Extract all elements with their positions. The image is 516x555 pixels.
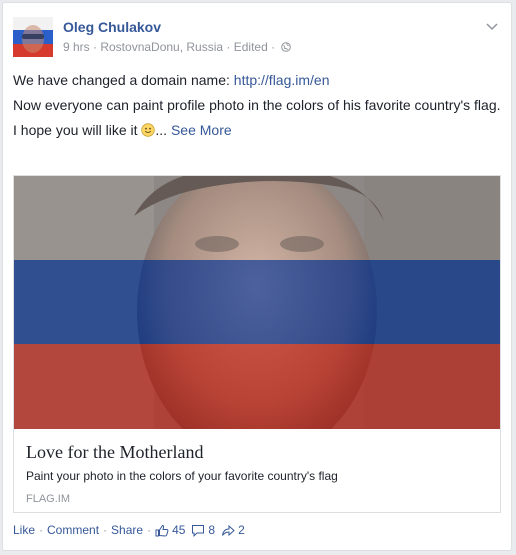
link-attachment[interactable]: Love for the Motherland Paint your photo… xyxy=(13,175,501,513)
thumbs-up-icon xyxy=(155,524,169,537)
see-more-link[interactable]: See More xyxy=(171,122,232,138)
like-button[interactable]: Like xyxy=(13,523,35,537)
post-text-line-1: We have changed a domain name: http://fl… xyxy=(13,72,330,88)
author-avatar[interactable] xyxy=(13,17,53,57)
post-text-line-3: I hope you will like it ... See More xyxy=(13,122,232,138)
post-text: We have changed a domain name: http://fl… xyxy=(13,71,501,146)
post-text-line-2: Now everyone can paint profile photo in … xyxy=(13,97,501,113)
smile-emoji-icon xyxy=(141,123,156,137)
attachment-title[interactable]: Love for the Motherland xyxy=(26,441,488,463)
likes-count[interactable]: 45 xyxy=(155,523,185,537)
attachment-description: Paint your photo in the colors of your f… xyxy=(26,469,338,483)
comments-count[interactable]: 8 xyxy=(191,523,215,537)
shares-count[interactable]: 2 xyxy=(221,523,245,537)
post-meta-text[interactable]: 9 hrs · RostovnaDonu, Russia · Edited · xyxy=(63,40,275,54)
comment-button[interactable]: Comment xyxy=(47,523,99,537)
globe-icon xyxy=(281,41,292,52)
author-name[interactable]: Oleg Chulakov xyxy=(63,19,161,35)
chevron-down-icon[interactable] xyxy=(485,19,499,31)
domain-link[interactable]: http://flag.im/en xyxy=(234,72,330,88)
comment-icon xyxy=(192,524,205,537)
attachment-photo[interactable] xyxy=(14,176,500,429)
attachment-domain: FLAG.IM xyxy=(26,493,71,505)
share-icon xyxy=(222,524,235,536)
attachment-caption[interactable]: Love for the Motherland Paint your photo… xyxy=(14,429,500,505)
post-actions: Like · Comment · Share · 45 8 2 xyxy=(13,523,245,537)
feed-post: Oleg Chulakov 9 hrs · RostovnaDonu, Russ… xyxy=(2,2,512,551)
post-meta: 9 hrs · RostovnaDonu, Russia · Edited · xyxy=(63,40,292,54)
share-button[interactable]: Share xyxy=(111,523,143,537)
